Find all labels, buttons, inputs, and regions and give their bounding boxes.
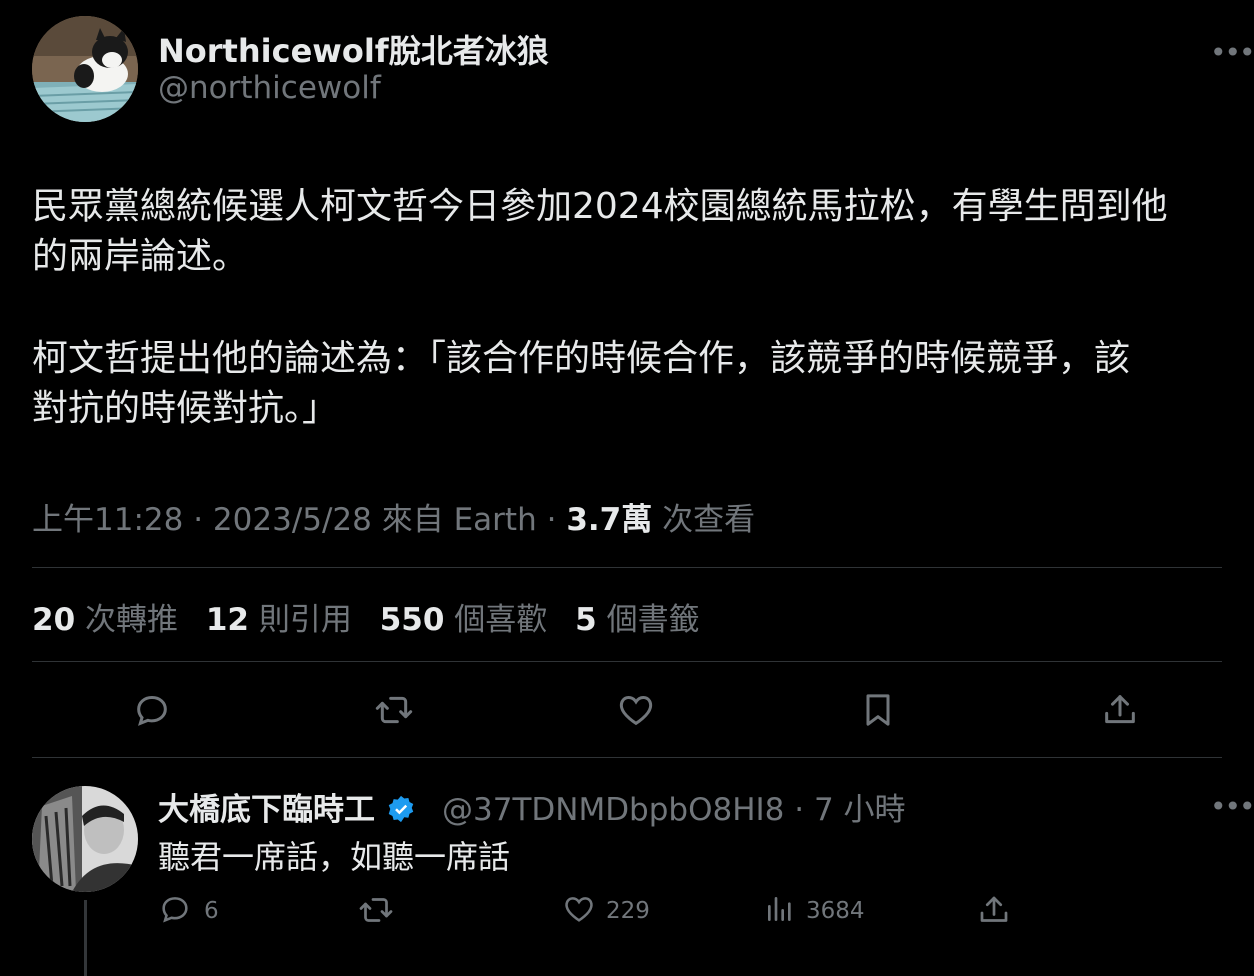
tweet-time[interactable]: 上午11:28 <box>32 502 183 538</box>
thread-line <box>84 900 87 976</box>
reply-like-action[interactable]: 229 <box>562 892 650 930</box>
tweet-text-line-4: 對抗的時候對抗。」 <box>32 388 339 429</box>
reply-text: 聽君一席話，如聽一席話 <box>158 838 511 876</box>
retweet-icon[interactable] <box>374 690 414 730</box>
retweet-icon[interactable] <box>358 892 394 932</box>
tweet-text-line-3: 柯文哲提出他的論述為：「該合作的時候合作，該競爭的時候競爭，該 <box>32 338 1131 379</box>
tweet-text-line-2: 的兩岸論述。 <box>32 236 249 277</box>
reply-more-icon[interactable]: ••• <box>1210 790 1254 823</box>
verified-badge-icon <box>388 795 414 823</box>
reply-views-count: 3684 <box>806 898 865 924</box>
views-icon[interactable] <box>764 892 796 930</box>
tweet-text-line-1: 民眾黨總統候選人柯文哲今日參加2024校園總統馬拉松，有學生問到他 <box>32 186 1168 227</box>
bookmark-icon[interactable] <box>858 690 898 730</box>
share-icon[interactable] <box>1100 690 1140 730</box>
reply-author-handle[interactable]: @37TDNMDbpbO8HI8 · 7 小時 <box>442 784 906 829</box>
author-display-name[interactable]: Northicewolf脫北者冰狼 <box>158 26 549 72</box>
like-icon[interactable] <box>616 690 656 730</box>
author-handle[interactable]: @northicewolf <box>158 70 381 106</box>
tweet-views-value: 3.7萬 <box>566 502 653 538</box>
likes-stat[interactable]: 550 個喜歡 <box>380 602 566 638</box>
tweet-date[interactable]: 2023/5/28 <box>213 502 372 538</box>
like-icon[interactable] <box>562 892 596 930</box>
bookmarks-stat[interactable]: 5 個書籤 <box>575 602 717 638</box>
reply-time[interactable]: · 7 小時 <box>794 792 905 828</box>
divider <box>32 567 1222 568</box>
divider <box>32 661 1222 662</box>
tweet-source: 來自 Earth <box>381 502 537 538</box>
divider <box>32 757 1222 758</box>
tweet-meta: 上午11:28 · 2023/5/28 來自 Earth · 3.7萬 次查看 <box>32 502 756 538</box>
more-icon[interactable]: ••• <box>1210 36 1254 69</box>
reply-author-avatar[interactable] <box>32 786 138 892</box>
share-icon[interactable] <box>976 892 1012 932</box>
retweets-stat[interactable]: 20 次轉推 <box>32 602 196 638</box>
tweet-stats: 20 次轉推 12 則引用 550 個喜歡 5 個書籤 <box>32 594 718 639</box>
reply-icon[interactable] <box>158 892 192 930</box>
reply-icon[interactable] <box>132 690 172 730</box>
reply-reply-action[interactable]: 6 <box>158 892 219 930</box>
reply-views-action[interactable]: 3684 <box>764 892 865 930</box>
quotes-stat[interactable]: 12 則引用 <box>206 602 370 638</box>
author-avatar[interactable] <box>32 16 138 122</box>
reply-like-count: 229 <box>606 898 650 924</box>
tweet-views-label: 次查看 <box>662 502 756 538</box>
reply-author-name[interactable]: 大橋底下臨時工 <box>158 784 416 829</box>
reply-reply-count: 6 <box>204 898 219 924</box>
